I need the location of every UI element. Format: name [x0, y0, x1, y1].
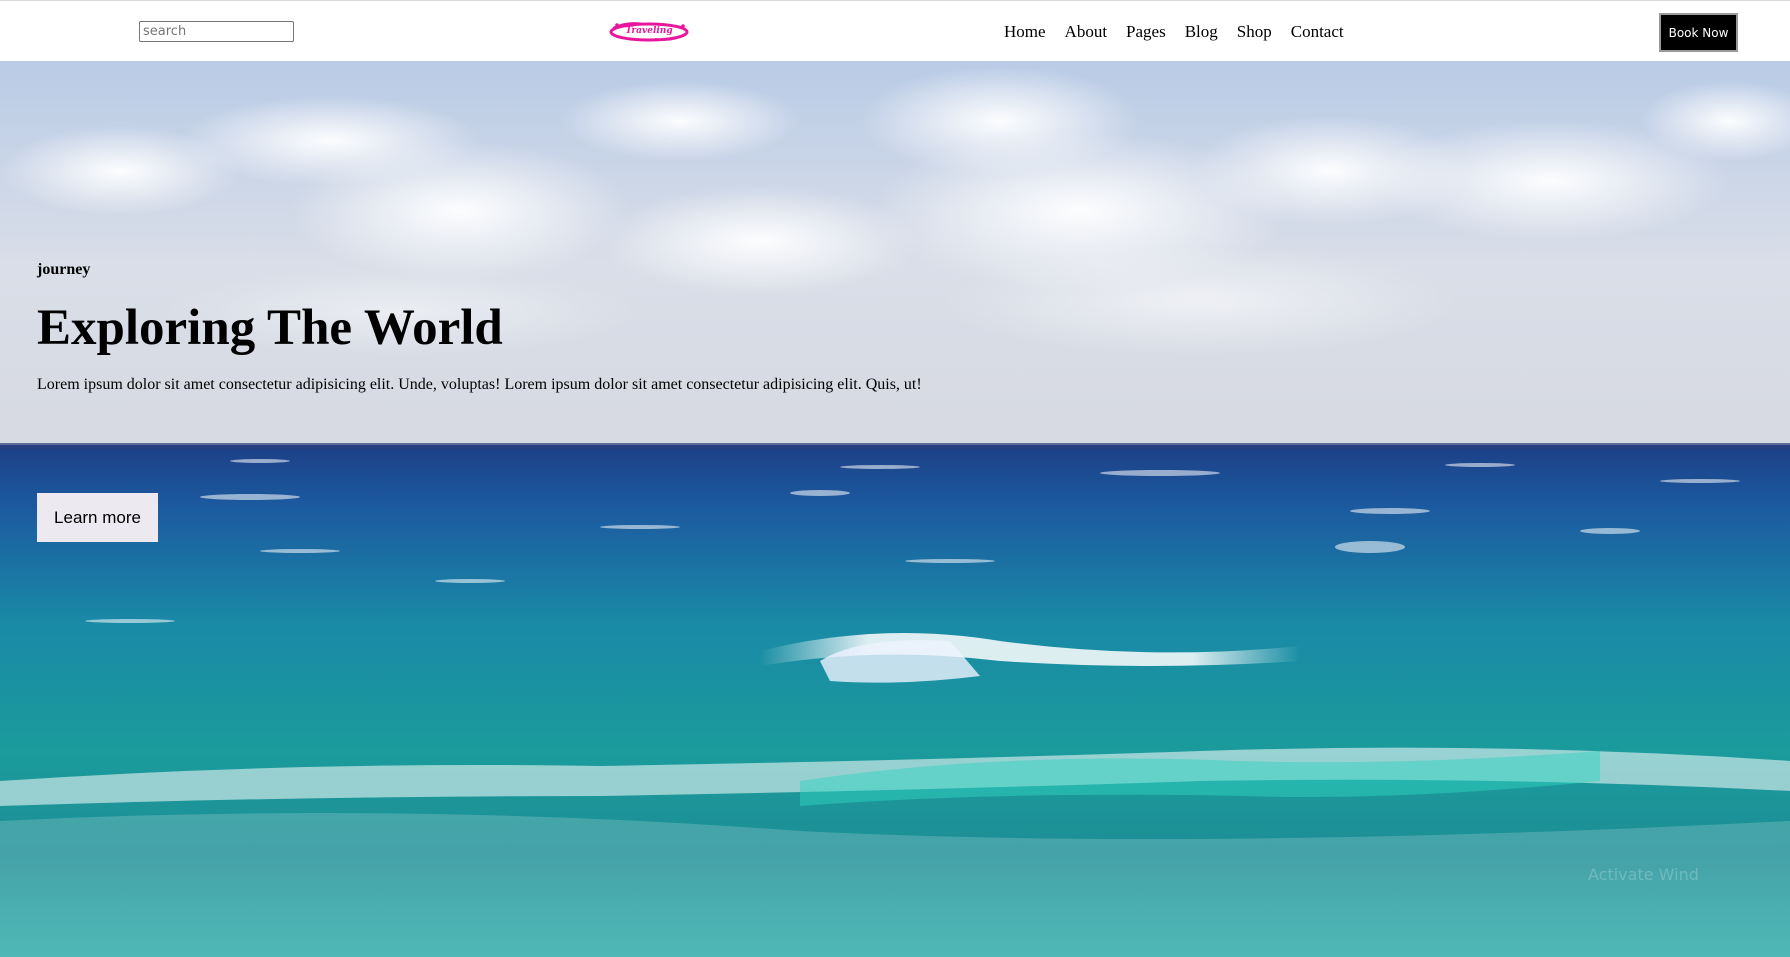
ocean-background-image	[0, 61, 1790, 957]
main-nav: Home About Pages Blog Shop Contact	[1004, 1, 1363, 62]
activate-windows-watermark: Activate Wind	[1588, 865, 1699, 884]
nav-link-contact[interactable]: Contact	[1291, 22, 1344, 42]
nav-link-about[interactable]: About	[1065, 22, 1108, 42]
nav-link-home[interactable]: Home	[1004, 22, 1046, 42]
hero-title: Exploring The World	[37, 300, 503, 356]
hero-description: Lorem ipsum dolor sit amet consectetur a…	[37, 376, 922, 393]
hero-section: journey Exploring The World Lorem ipsum …	[0, 61, 1790, 957]
traveling-logo[interactable]: Traveling	[607, 17, 691, 45]
nav-link-blog[interactable]: Blog	[1185, 22, 1218, 42]
nav-link-shop[interactable]: Shop	[1237, 22, 1272, 42]
nav-link-pages[interactable]: Pages	[1126, 22, 1166, 42]
logo-text: Traveling	[625, 26, 673, 36]
top-navbar: Traveling Home About Pages Blog Shop Con…	[0, 0, 1790, 61]
learn-more-button[interactable]: Learn more	[37, 493, 158, 542]
hero-eyebrow: journey	[37, 261, 91, 278]
search-input[interactable]	[139, 21, 294, 42]
book-now-button[interactable]: Book Now	[1659, 13, 1738, 52]
